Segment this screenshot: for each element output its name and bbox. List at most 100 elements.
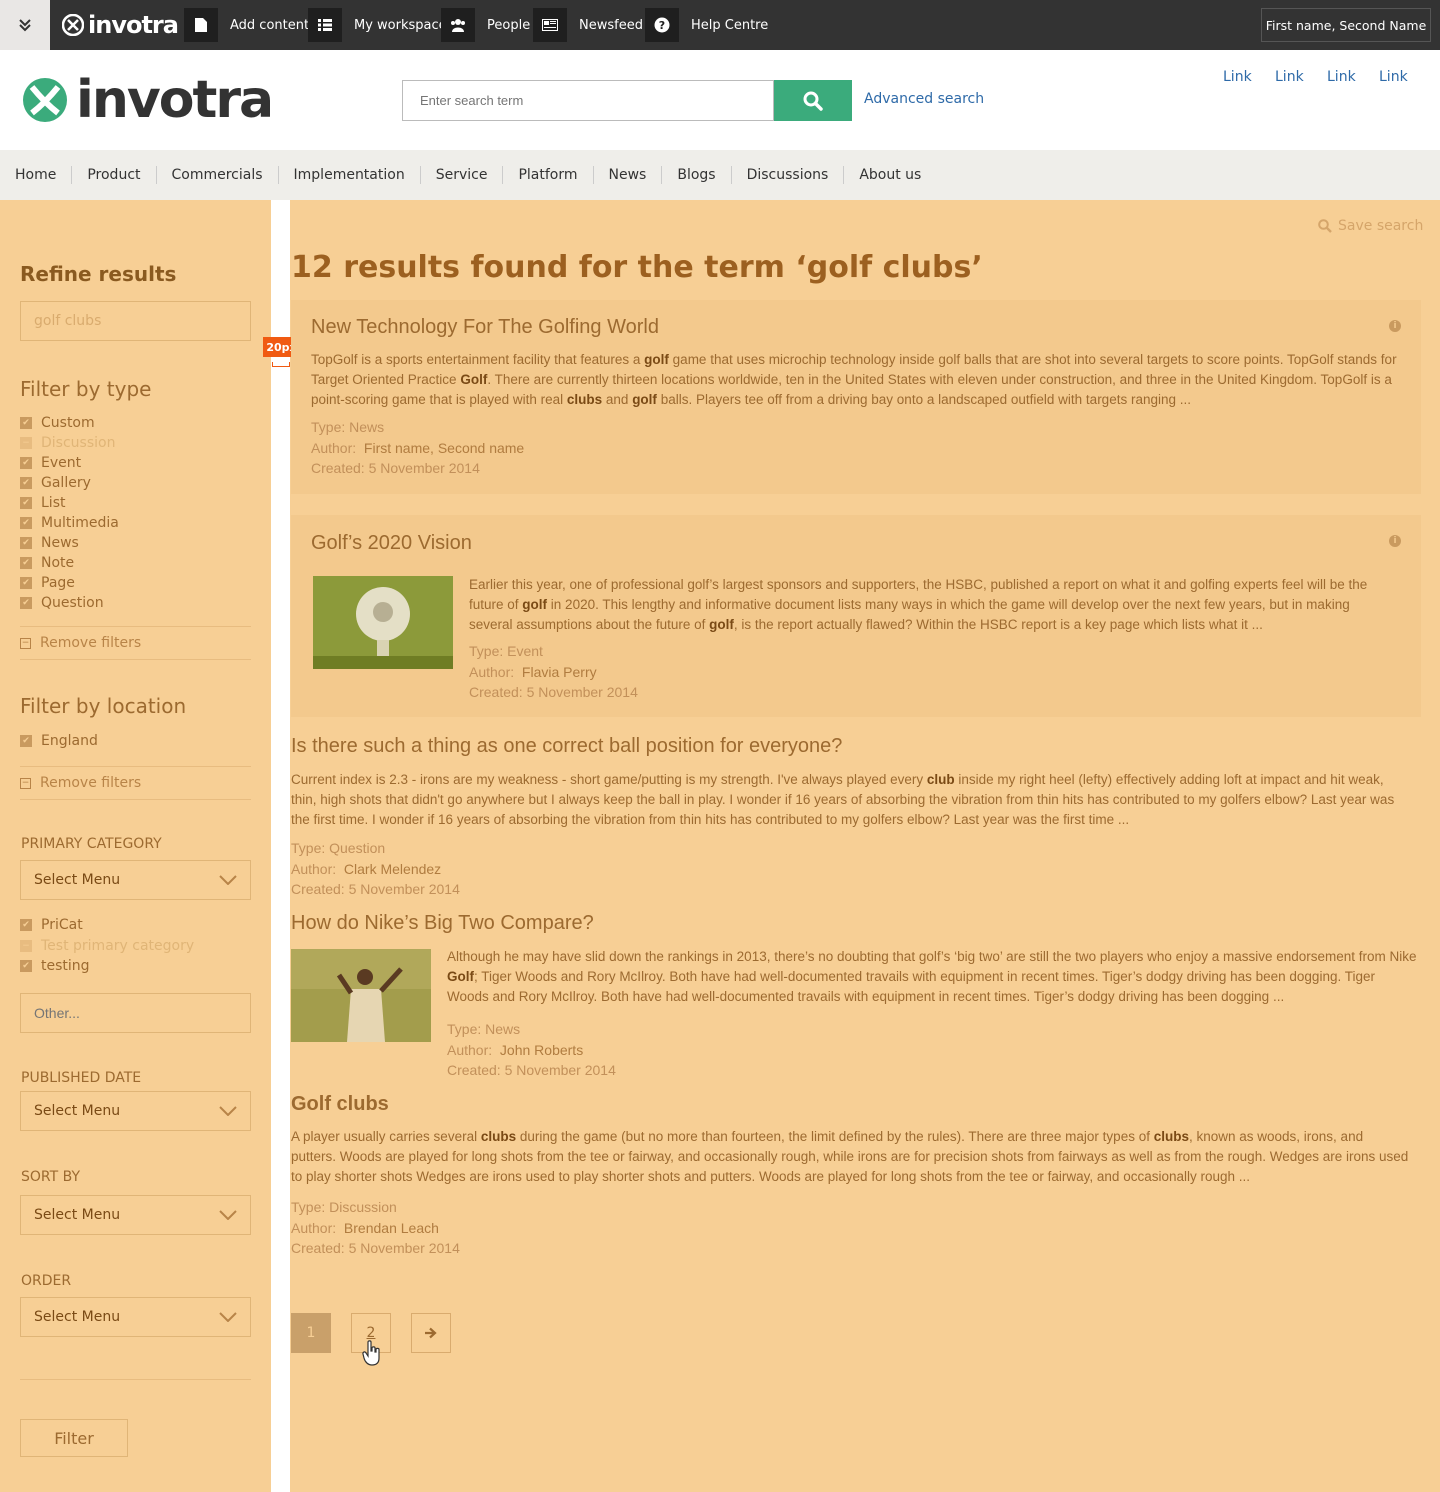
search-button[interactable] [774, 80, 852, 121]
category-checkbox-test-primary[interactable]: − Test primary category [20, 937, 194, 955]
header-link-1[interactable]: Link [1223, 69, 1252, 85]
add-content-button[interactable]: Add content [184, 8, 309, 42]
result-created: Created: 5 November 2014 [291, 881, 460, 897]
golf-ball-image [313, 576, 453, 669]
result-title[interactable]: Is there such a thing as one correct bal… [291, 735, 842, 758]
advanced-search-link[interactable]: Advanced search [864, 91, 984, 107]
checkbox-icon: − [20, 437, 32, 449]
primary-category-select[interactable]: Select Menu [20, 860, 251, 900]
author-link[interactable]: Brendan Leach [344, 1220, 439, 1236]
type-checkbox-discussion[interactable]: − Discussion [20, 434, 115, 452]
type-checkbox-news[interactable]: ✔ News [20, 534, 79, 552]
type-checkbox-list[interactable]: ✔ List [20, 494, 65, 512]
search-input[interactable] [402, 80, 774, 121]
result-thumbnail-golfer[interactable] [291, 949, 431, 1042]
header-link-4[interactable]: Link [1379, 69, 1408, 85]
topbar-logo[interactable]: invotra [62, 10, 179, 40]
author-label: Author: [291, 1219, 337, 1236]
nav-discussions[interactable]: Discussions [732, 166, 845, 184]
filter-by-type-heading: Filter by type [20, 377, 152, 401]
type-checkbox-event[interactable]: ✔ Event [20, 454, 81, 472]
result-meta: Type: Discussion Author: Brendan Leach C… [291, 1197, 460, 1259]
nav-service[interactable]: Service [421, 166, 504, 184]
result-card-3: Is there such a thing as one correct bal… [291, 735, 1421, 900]
type-checkbox-gallery[interactable]: ✔ Gallery [20, 474, 91, 492]
result-created: Created: 5 November 2014 [447, 1062, 616, 1078]
help-centre-label: Help Centre [691, 17, 769, 33]
result-type: Type: News [311, 419, 385, 435]
nav-commercials[interactable]: Commercials [157, 166, 279, 184]
pagination-next-button[interactable] [411, 1313, 451, 1353]
category-checkbox-pricat[interactable]: ✔ PriCat [20, 916, 83, 934]
header-link-3[interactable]: Link [1327, 69, 1356, 85]
checkbox-icon: ✔ [20, 597, 32, 609]
site-logo[interactable]: invotra [22, 70, 274, 130]
type-checkbox-multimedia[interactable]: ✔ Multimedia [20, 514, 119, 532]
save-search-button[interactable]: Save search [1318, 218, 1423, 234]
result-title[interactable]: How do Nike’s Big Two Compare? [291, 912, 594, 935]
type-checkbox-custom[interactable]: ✔ Custom [20, 414, 95, 432]
location-checkbox-england[interactable]: ✔ England [20, 732, 98, 750]
info-icon[interactable]: i [1389, 535, 1401, 547]
author-link[interactable]: John Roberts [500, 1042, 583, 1058]
remove-filters-label: Remove filters [40, 635, 142, 651]
remove-filters-location[interactable]: − Remove filters [20, 766, 251, 800]
result-excerpt: Current index is 2.3 - irons are my weak… [291, 772, 1395, 827]
order-select[interactable]: Select Menu [20, 1297, 251, 1337]
nav-platform[interactable]: Platform [503, 166, 594, 184]
category-label: testing [41, 958, 90, 974]
help-centre-button[interactable]: ? Help Centre [645, 8, 768, 42]
refine-results-heading: Refine results [20, 262, 177, 286]
type-checkbox-question[interactable]: ✔ Question [20, 594, 104, 612]
nav-news[interactable]: News [594, 166, 663, 184]
type-label: Note [41, 555, 75, 571]
type-checkbox-note[interactable]: ✔ Note [20, 554, 74, 572]
info-icon[interactable]: i [1389, 320, 1401, 332]
pagination-current-page[interactable]: 1 [291, 1313, 331, 1353]
result-title[interactable]: Golf’s 2020 Vision [311, 532, 472, 555]
author-link[interactable]: Flavia Perry [522, 664, 597, 680]
save-search-label: Save search [1338, 218, 1424, 234]
header-link-2[interactable]: Link [1275, 69, 1304, 85]
author-link[interactable]: Clark Melendez [344, 861, 441, 877]
result-card-2: Golf’s 2020 Vision i Earlier this year, … [291, 515, 1421, 717]
people-button[interactable]: People [441, 8, 530, 42]
author-link[interactable]: First name, Second name [364, 440, 524, 456]
other-category-input[interactable] [20, 993, 251, 1033]
result-thumbnail-golf-ball[interactable] [313, 576, 453, 669]
sort-by-label: SORT BY [21, 1169, 81, 1185]
result-meta: Type: Question Author: Clark Melendez Cr… [291, 838, 460, 900]
newsfeed-button[interactable]: Newsfeed [533, 8, 643, 42]
result-title[interactable]: Golf clubs [291, 1093, 389, 1116]
menu-toggle-button[interactable] [0, 0, 50, 50]
sidebar-divider [20, 1379, 251, 1380]
published-date-select[interactable]: Select Menu [20, 1091, 251, 1131]
checkbox-icon: ✔ [20, 960, 32, 972]
user-menu-button[interactable]: First name, Second Name [1261, 8, 1431, 42]
result-card-5: Golf clubs A player usually carries seve… [291, 1093, 1421, 1263]
chevron-down-icon [219, 1106, 237, 1116]
refine-search-input[interactable]: golf clubs [20, 301, 251, 341]
nav-home[interactable]: Home [0, 166, 73, 184]
remove-filters-type[interactable]: − Remove filters [20, 626, 251, 660]
result-meta: Type: News Author: John Roberts Created:… [447, 1019, 616, 1081]
category-checkbox-testing[interactable]: ✔ testing [20, 957, 90, 975]
nav-blogs[interactable]: Blogs [662, 166, 732, 184]
chevron-down-icon [219, 1210, 237, 1220]
category-label: PriCat [41, 917, 83, 933]
filter-button[interactable]: Filter [20, 1419, 128, 1457]
checkbox-icon: ✔ [20, 517, 32, 529]
results-title: 12 results found for the term ‘golf club… [291, 250, 983, 285]
question-icon: ? [645, 8, 679, 42]
nav-about-us[interactable]: About us [844, 166, 936, 184]
double-chevron-down-icon [19, 19, 31, 32]
result-type: Type: Question [291, 840, 386, 856]
result-author: Author: Flavia Perry [469, 662, 638, 683]
sort-by-select[interactable]: Select Menu [20, 1195, 251, 1235]
my-workspace-button[interactable]: My workspace [308, 8, 447, 42]
nav-implementation[interactable]: Implementation [279, 166, 421, 184]
nav-product[interactable]: Product [72, 166, 157, 184]
type-checkbox-page[interactable]: ✔ Page [20, 574, 75, 592]
result-excerpt: Earlier this year, one of professional g… [469, 577, 1368, 632]
result-title[interactable]: New Technology For The Golfing World [311, 316, 659, 339]
